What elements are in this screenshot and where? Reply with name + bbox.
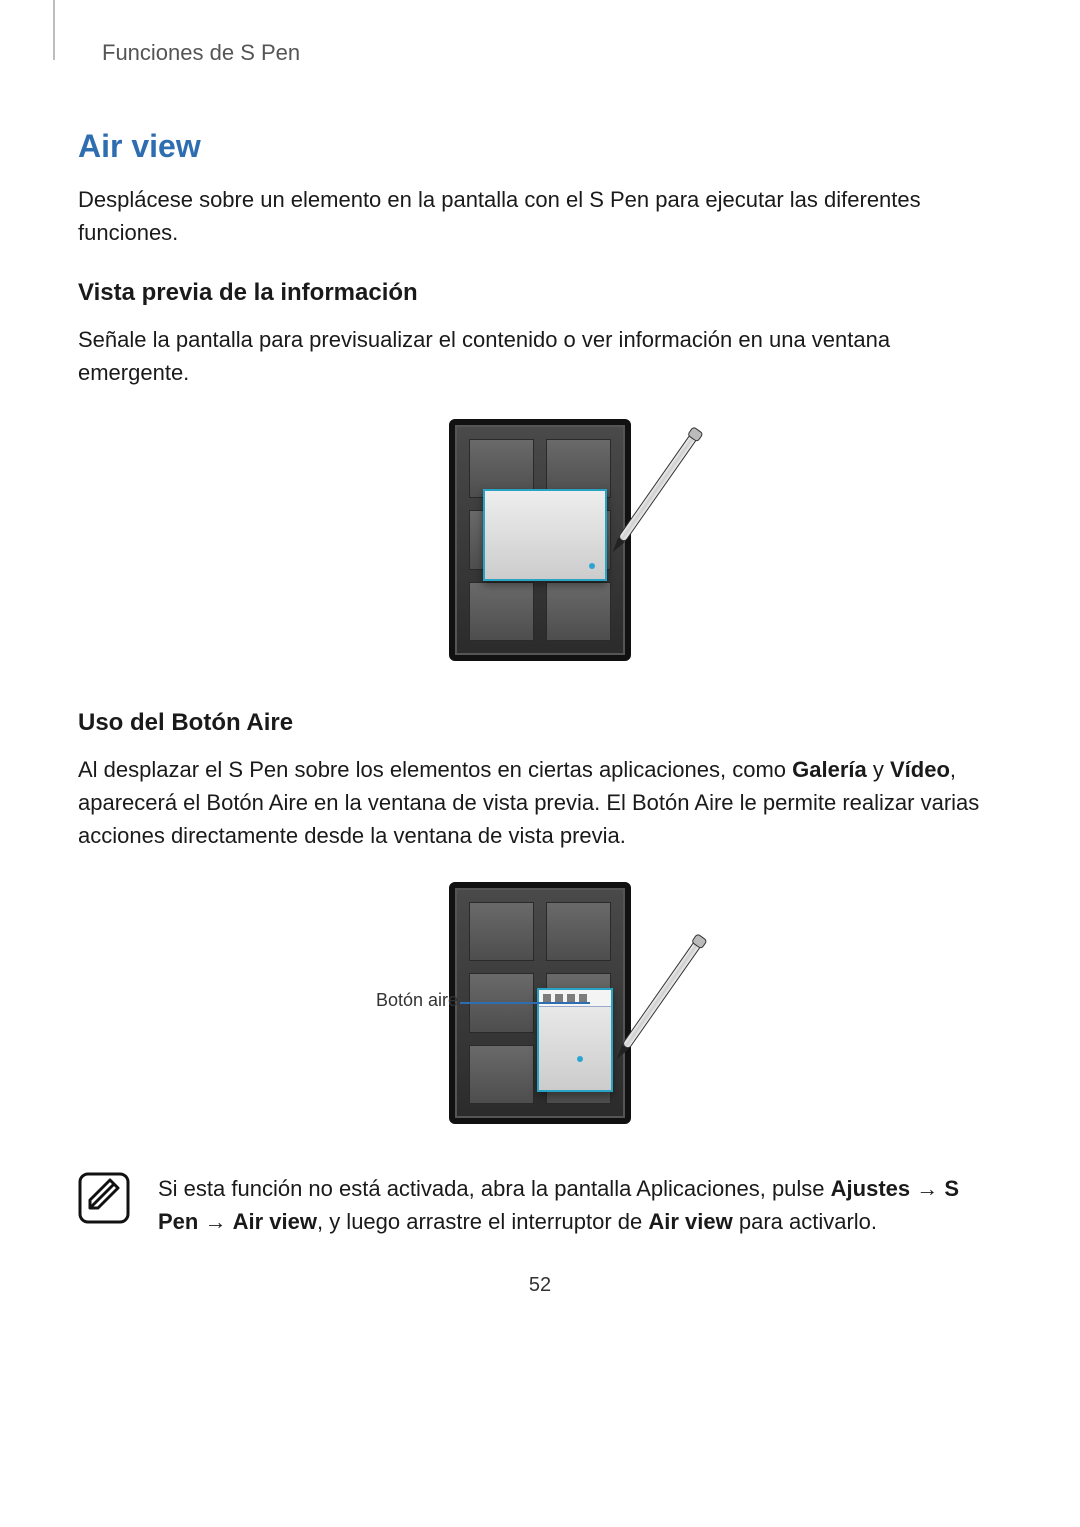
- text: para activarlo.: [733, 1209, 877, 1234]
- air-button-icon: [555, 994, 563, 1002]
- page-content: Funciones de S Pen Air view Desplácese s…: [0, 0, 1080, 1238]
- note-text: Si esta función no está activada, abra l…: [158, 1172, 1002, 1238]
- thumbnail: [469, 902, 534, 961]
- figure-air-view-preview: [78, 419, 1002, 679]
- section-title: Air view: [78, 128, 1002, 165]
- text: Si esta función no está activada, abra l…: [158, 1176, 831, 1201]
- stylus-icon: [560, 409, 740, 589]
- air-button-icon: [543, 994, 551, 1002]
- bold-video: Vídeo: [890, 757, 950, 782]
- stylus-icon: [564, 916, 744, 1096]
- thumbnail: [469, 582, 534, 641]
- text: Al desplazar el S Pen sobre los elemento…: [78, 757, 792, 782]
- breadcrumb: Funciones de S Pen: [102, 40, 1002, 66]
- thumbnail: [469, 1045, 534, 1104]
- subheading-preview: Vista previa de la información: [78, 279, 1002, 307]
- subheading-air-button-body: Al desplazar el S Pen sobre los elemento…: [78, 753, 1002, 852]
- subheading-air-button: Uso del Botón Aire: [78, 709, 1002, 737]
- text: , y luego arrastre el interruptor de: [317, 1209, 648, 1234]
- bold-air-view: Air view: [233, 1209, 317, 1234]
- arrow: →: [198, 1209, 232, 1234]
- subheading-preview-body: Señale la pantalla para previsualizar el…: [78, 323, 1002, 389]
- text: y: [867, 757, 890, 782]
- bold-galeria: Galería: [792, 757, 867, 782]
- bold-air-view-2: Air view: [648, 1209, 732, 1234]
- header-rule: [53, 0, 55, 60]
- thumbnail: [546, 582, 611, 641]
- callout-leader-line: [460, 1002, 590, 1004]
- arrow: →: [910, 1176, 944, 1201]
- callout-label-air-button: Botón aire: [376, 990, 466, 1011]
- note-icon: [78, 1172, 130, 1224]
- figure-air-button: Botón aire: [78, 882, 1002, 1142]
- page-number: 52: [0, 1274, 1080, 1297]
- bold-ajustes: Ajustes: [831, 1176, 910, 1201]
- section-intro: Desplácese sobre un elemento en la panta…: [78, 183, 1002, 249]
- note-block: Si esta función no está activada, abra l…: [78, 1172, 1002, 1238]
